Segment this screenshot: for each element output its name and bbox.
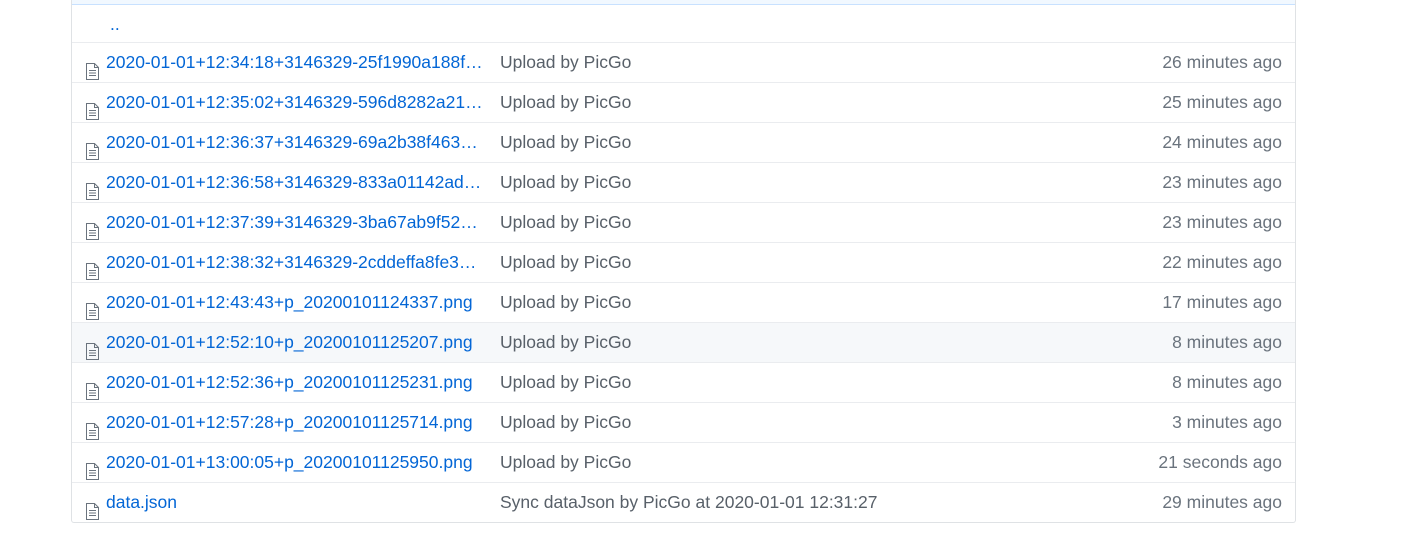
table-row[interactable]: 2020-01-01+12:57:28+p_20200101125714.png… <box>72 402 1295 442</box>
commit-age: 24 minutes ago <box>1162 132 1282 152</box>
commit-message-link[interactable]: Upload by PicGo <box>500 163 1060 202</box>
file-icon <box>85 455 100 480</box>
file-name-link[interactable]: 2020-01-01+13:00:05+p_20200101125950.png <box>106 443 486 482</box>
file-icon <box>85 95 100 120</box>
commit-age: 21 seconds ago <box>1158 452 1282 472</box>
commit-message-link[interactable]: Upload by PicGo <box>500 43 1060 82</box>
commit-message-link[interactable]: Upload by PicGo <box>500 363 1060 402</box>
table-row[interactable]: 2020-01-01+12:38:32+3146329-2cddeffa8fe3… <box>72 242 1295 282</box>
table-row[interactable]: 2020-01-01+12:43:43+p_20200101124337.png… <box>72 282 1295 322</box>
commit-message-link[interactable]: Upload by PicGo <box>500 403 1060 442</box>
file-name-link[interactable]: 2020-01-01+12:36:37+3146329-69a2b38f4634… <box>106 123 486 162</box>
commit-message-link[interactable]: Upload by PicGo <box>500 123 1060 162</box>
table-row[interactable]: 2020-01-01+12:37:39+3146329-3ba67ab9f522… <box>72 202 1295 242</box>
table-row[interactable]: 2020-01-01+12:35:02+3146329-596d8282a217… <box>72 82 1295 122</box>
file-icon <box>85 255 100 280</box>
commit-message-link[interactable]: Upload by PicGo <box>500 243 1060 282</box>
file-name-link[interactable]: 2020-01-01+12:36:58+3146329-833a01142ad9… <box>106 163 486 202</box>
commit-age: 29 minutes ago <box>1162 492 1282 512</box>
table-row[interactable]: 2020-01-01+12:52:36+p_20200101125231.png… <box>72 362 1295 402</box>
commit-age: 23 minutes ago <box>1162 172 1282 192</box>
file-icon <box>85 175 100 200</box>
commit-message-link[interactable]: Upload by PicGo <box>500 283 1060 322</box>
file-icon <box>85 215 100 240</box>
file-icon <box>85 495 100 520</box>
table-row[interactable]: 2020-01-01+12:34:18+3146329-25f1990a188f… <box>72 42 1295 82</box>
file-name-link[interactable]: 2020-01-01+12:57:28+p_20200101125714.png <box>106 403 486 442</box>
commit-message-link[interactable]: Upload by PicGo <box>500 83 1060 122</box>
file-icon <box>85 335 100 360</box>
file-table: .. 2020-01-01+12:34:18+3146329-25f1990a1… <box>71 0 1296 523</box>
commit-age: 26 minutes ago <box>1162 52 1282 72</box>
file-icon <box>85 375 100 400</box>
table-row[interactable]: 2020-01-01+12:52:10+p_20200101125207.png… <box>72 322 1295 362</box>
commit-message-link[interactable]: Sync dataJson by PicGo at 2020-01-01 12:… <box>500 483 1060 522</box>
file-icon <box>85 135 100 160</box>
commit-age: 3 minutes ago <box>1172 412 1282 432</box>
file-icon <box>85 295 100 320</box>
table-row[interactable]: 2020-01-01+12:36:37+3146329-69a2b38f4634… <box>72 122 1295 162</box>
file-name-link[interactable]: 2020-01-01+12:43:43+p_20200101124337.png <box>106 283 486 322</box>
commit-age: 8 minutes ago <box>1172 372 1282 392</box>
commit-age: 23 minutes ago <box>1162 212 1282 232</box>
file-name-link[interactable]: 2020-01-01+12:52:36+p_20200101125231.png <box>106 363 486 402</box>
file-icon <box>85 415 100 440</box>
file-icon <box>85 55 100 80</box>
parent-directory-link[interactable]: .. <box>110 5 120 44</box>
commit-message-link[interactable]: Upload by PicGo <box>500 203 1060 242</box>
parent-directory-row[interactable]: .. <box>72 5 1295 42</box>
table-row[interactable]: 2020-01-01+13:00:05+p_20200101125950.png… <box>72 442 1295 482</box>
table-row[interactable]: data.json Sync dataJson by PicGo at 2020… <box>72 482 1295 522</box>
commit-message-link[interactable]: Upload by PicGo <box>500 443 1060 482</box>
file-name-link[interactable]: 2020-01-01+12:35:02+3146329-596d8282a217… <box>106 83 486 122</box>
commit-message-link[interactable]: Upload by PicGo <box>500 323 1060 362</box>
commit-age: 25 minutes ago <box>1162 92 1282 112</box>
file-name-link[interactable]: 2020-01-01+12:37:39+3146329-3ba67ab9f522… <box>106 203 486 242</box>
commit-age: 22 minutes ago <box>1162 252 1282 272</box>
table-row[interactable]: 2020-01-01+12:36:58+3146329-833a01142ad9… <box>72 162 1295 202</box>
file-name-link[interactable]: 2020-01-01+12:52:10+p_20200101125207.png <box>106 323 486 362</box>
file-name-link[interactable]: 2020-01-01+12:38:32+3146329-2cddeffa8fe3… <box>106 243 486 282</box>
commit-age: 17 minutes ago <box>1162 292 1282 312</box>
commit-age: 8 minutes ago <box>1172 332 1282 352</box>
file-name-link[interactable]: 2020-01-01+12:34:18+3146329-25f1990a188f… <box>106 43 486 82</box>
file-name-link[interactable]: data.json <box>106 483 486 522</box>
